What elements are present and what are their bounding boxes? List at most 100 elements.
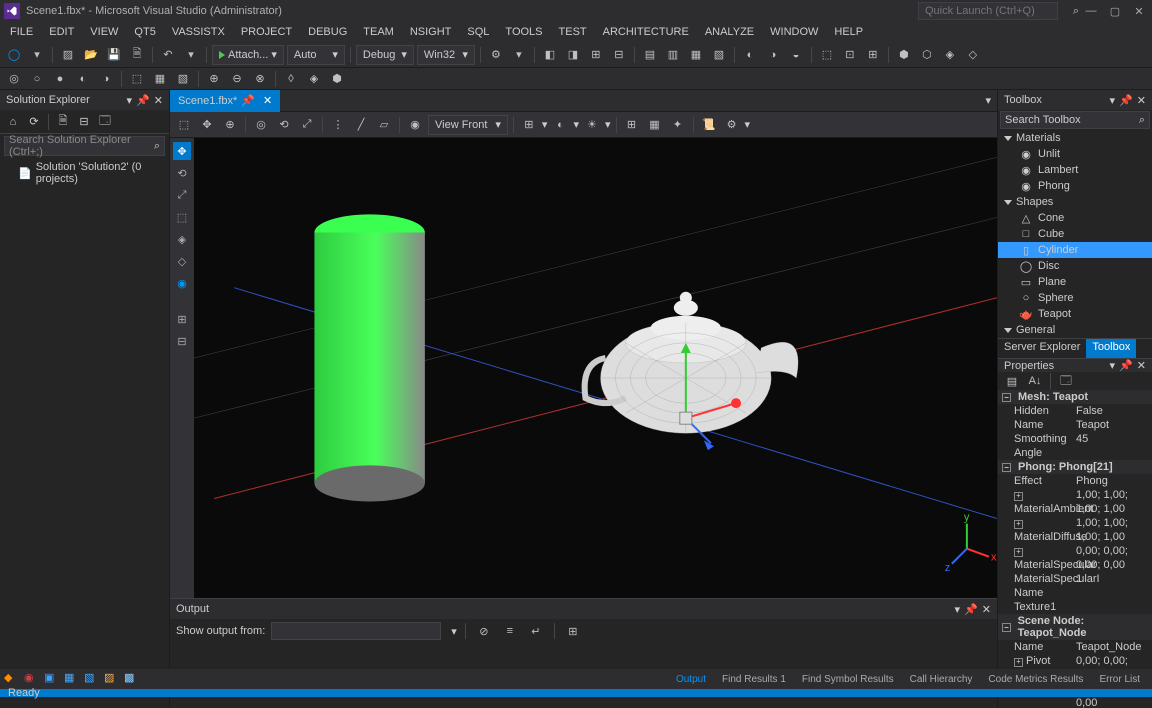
tb-icon-4[interactable]: ◨ bbox=[563, 45, 583, 65]
select-icon[interactable]: ⬚ bbox=[173, 208, 191, 226]
tb-icon-19[interactable]: ◈ bbox=[940, 45, 960, 65]
stb-icon-3[interactable]: ● bbox=[50, 69, 70, 89]
tb-icon-18[interactable]: ⬡ bbox=[917, 45, 937, 65]
menu-vassistx[interactable]: VASSISTX bbox=[164, 24, 233, 40]
tb-icon-16[interactable]: ⊞ bbox=[863, 45, 883, 65]
zoom-tool-icon[interactable]: ⊕ bbox=[220, 115, 240, 135]
menu-tools[interactable]: TOOLS bbox=[497, 24, 550, 40]
menu-analyze[interactable]: ANALYZE bbox=[697, 24, 762, 40]
3d-viewport[interactable]: y x z bbox=[194, 138, 997, 598]
prop-row[interactable]: MaterialSpecularI1 bbox=[998, 572, 1152, 586]
prop-section[interactable]: −Scene Node: Teapot_Node bbox=[998, 614, 1152, 640]
tray-icon-7[interactable]: ▩ bbox=[124, 671, 140, 687]
tb-icon-20[interactable]: ◇ bbox=[963, 45, 983, 65]
open-icon[interactable]: 📂 bbox=[81, 45, 101, 65]
panel-menu-icon[interactable]: ▾ bbox=[127, 94, 133, 107]
toolbox-item-cube[interactable]: □Cube bbox=[998, 226, 1152, 242]
prop-row[interactable]: +MaterialSpecular0,00; 0,00; 0,00; 0,00 bbox=[998, 544, 1152, 572]
prop-row[interactable]: Name bbox=[998, 586, 1152, 600]
panel-close-icon[interactable]: ✕ bbox=[154, 94, 163, 107]
tb-icon-3[interactable]: ◧ bbox=[540, 45, 560, 65]
undo-icon[interactable]: ↶ bbox=[158, 45, 178, 65]
menu-edit[interactable]: EDIT bbox=[41, 24, 82, 40]
bottom-tab-call-hierarchy[interactable]: Call Hierarchy bbox=[902, 672, 981, 687]
save-all-icon[interactable]: 🗎 bbox=[127, 45, 147, 65]
out-pin-icon[interactable]: 📌 bbox=[964, 603, 978, 616]
snap-icon[interactable]: ▦ bbox=[645, 115, 665, 135]
toolbox-group-materials[interactable]: Materials bbox=[998, 130, 1152, 146]
stb-icon-12[interactable]: ◊ bbox=[281, 69, 301, 89]
edge-icon[interactable]: ╱ bbox=[351, 115, 371, 135]
tb-icon-9[interactable]: ▦ bbox=[686, 45, 706, 65]
toolbox-item-lambert[interactable]: ◉Lambert bbox=[998, 162, 1152, 178]
close-tab-icon[interactable]: ✕ bbox=[263, 94, 272, 107]
tbx-pin-icon[interactable]: 📌 bbox=[1119, 94, 1133, 107]
toolbox-item-disc[interactable]: ◯Disc bbox=[998, 258, 1152, 274]
prop-row[interactable]: NameTeapot_Node bbox=[998, 640, 1152, 654]
stb-icon-9[interactable]: ⊕ bbox=[204, 69, 224, 89]
tray-icon-1[interactable]: ◆ bbox=[4, 671, 20, 687]
menu-help[interactable]: HELP bbox=[826, 24, 871, 40]
redo-icon[interactable]: ▾ bbox=[181, 45, 201, 65]
pan-tool-icon[interactable]: ✥ bbox=[197, 115, 217, 135]
stb-icon-10[interactable]: ⊖ bbox=[227, 69, 247, 89]
prop-row[interactable]: EffectPhong bbox=[998, 474, 1152, 488]
move-gizmo-icon[interactable]: ✥ bbox=[173, 142, 191, 160]
stb-icon-7[interactable]: ▦ bbox=[150, 69, 170, 89]
nav-fwd-icon[interactable]: ▾ bbox=[27, 45, 47, 65]
solution-search-input[interactable]: Search Solution Explorer (Ctrl+;) ⌕ bbox=[4, 136, 165, 156]
pin-tab-icon[interactable]: 📌 bbox=[241, 94, 255, 107]
stb-icon-5[interactable]: ◑ bbox=[96, 69, 116, 89]
prop-row[interactable]: +MaterialAmbient1,00; 1,00; 1,00; 1,00 bbox=[998, 488, 1152, 516]
alphabetical-icon[interactable]: A↓ bbox=[1025, 371, 1045, 391]
face-icon[interactable]: ▱ bbox=[374, 115, 394, 135]
menu-architecture[interactable]: ARCHITECTURE bbox=[595, 24, 697, 40]
extra2-icon[interactable]: ⊟ bbox=[173, 332, 191, 350]
bottom-tab-output[interactable]: Output bbox=[668, 672, 714, 687]
stb-icon-1[interactable]: ◎ bbox=[4, 69, 24, 89]
toolbox-item-cone[interactable]: △Cone bbox=[998, 210, 1152, 226]
prop-pin-icon[interactable]: 📌 bbox=[1119, 359, 1133, 372]
tb-icon-14[interactable]: ⬚ bbox=[817, 45, 837, 65]
doc-tab-scene1[interactable]: Scene1.fbx* 📌 ✕ bbox=[170, 90, 280, 112]
view-dropdown[interactable]: View Front▾ bbox=[428, 115, 508, 135]
vertex-icon[interactable]: ⋮ bbox=[328, 115, 348, 135]
platform-dropdown[interactable]: Win32▾ bbox=[417, 45, 475, 65]
save-icon[interactable]: 💾 bbox=[104, 45, 124, 65]
attach-button[interactable]: Attach... ▾ bbox=[212, 45, 284, 65]
tbx-menu-icon[interactable]: ▾ bbox=[1110, 94, 1116, 107]
tab-server-explorer[interactable]: Server Explorer bbox=[998, 339, 1086, 358]
menu-nsight[interactable]: NSIGHT bbox=[402, 24, 460, 40]
tbx-close-icon[interactable]: ✕ bbox=[1137, 94, 1146, 107]
menu-debug[interactable]: DEBUG bbox=[300, 24, 355, 40]
tb-icon-10[interactable]: ▧ bbox=[709, 45, 729, 65]
tray-icon-5[interactable]: ▧ bbox=[84, 671, 100, 687]
properties-icon[interactable]: 🗔 bbox=[96, 113, 114, 131]
bottom-tab-error-list[interactable]: Error List bbox=[1091, 672, 1148, 687]
tb-icon-1[interactable]: ⚙ bbox=[486, 45, 506, 65]
showall-icon[interactable]: 🗎 bbox=[54, 113, 72, 131]
toolbox-item-plane[interactable]: ▭Plane bbox=[998, 274, 1152, 290]
menu-sql[interactable]: SQL bbox=[459, 24, 497, 40]
script-icon[interactable]: 📜 bbox=[699, 115, 719, 135]
tb-icon-13[interactable]: ◒ bbox=[786, 45, 806, 65]
toolbox-item-teapot[interactable]: 🫖Teapot bbox=[998, 306, 1152, 322]
prop-row[interactable]: +MaterialDiffuse1,00; 1,00; 1,00; 1,00 bbox=[998, 516, 1152, 544]
prop-row[interactable]: NameTeapot bbox=[998, 418, 1152, 432]
stb-icon-11[interactable]: ⊗ bbox=[250, 69, 270, 89]
cylinder-object[interactable] bbox=[314, 214, 424, 501]
tabs-menu-icon[interactable]: ▾ bbox=[979, 94, 997, 107]
toolbox-search-input[interactable]: Search Toolbox ⌕ bbox=[1000, 111, 1150, 129]
stb-icon-13[interactable]: ◈ bbox=[304, 69, 324, 89]
menu-test[interactable]: TEST bbox=[551, 24, 595, 40]
view-icon[interactable]: ◉ bbox=[405, 115, 425, 135]
menu-qt5[interactable]: QT5 bbox=[126, 24, 163, 40]
prop-menu-icon[interactable]: ▾ bbox=[1110, 359, 1116, 372]
shade-icon[interactable]: ◐ bbox=[550, 115, 570, 135]
menu-file[interactable]: FILE bbox=[2, 24, 41, 40]
toolbox-item-unlit[interactable]: ◉Unlit bbox=[998, 146, 1152, 162]
orbit-icon[interactable]: ◎ bbox=[251, 115, 271, 135]
minimize-button[interactable]: — bbox=[1086, 6, 1096, 16]
out-find-icon[interactable]: ⊞ bbox=[563, 621, 583, 641]
menu-project[interactable]: PROJECT bbox=[233, 24, 300, 40]
